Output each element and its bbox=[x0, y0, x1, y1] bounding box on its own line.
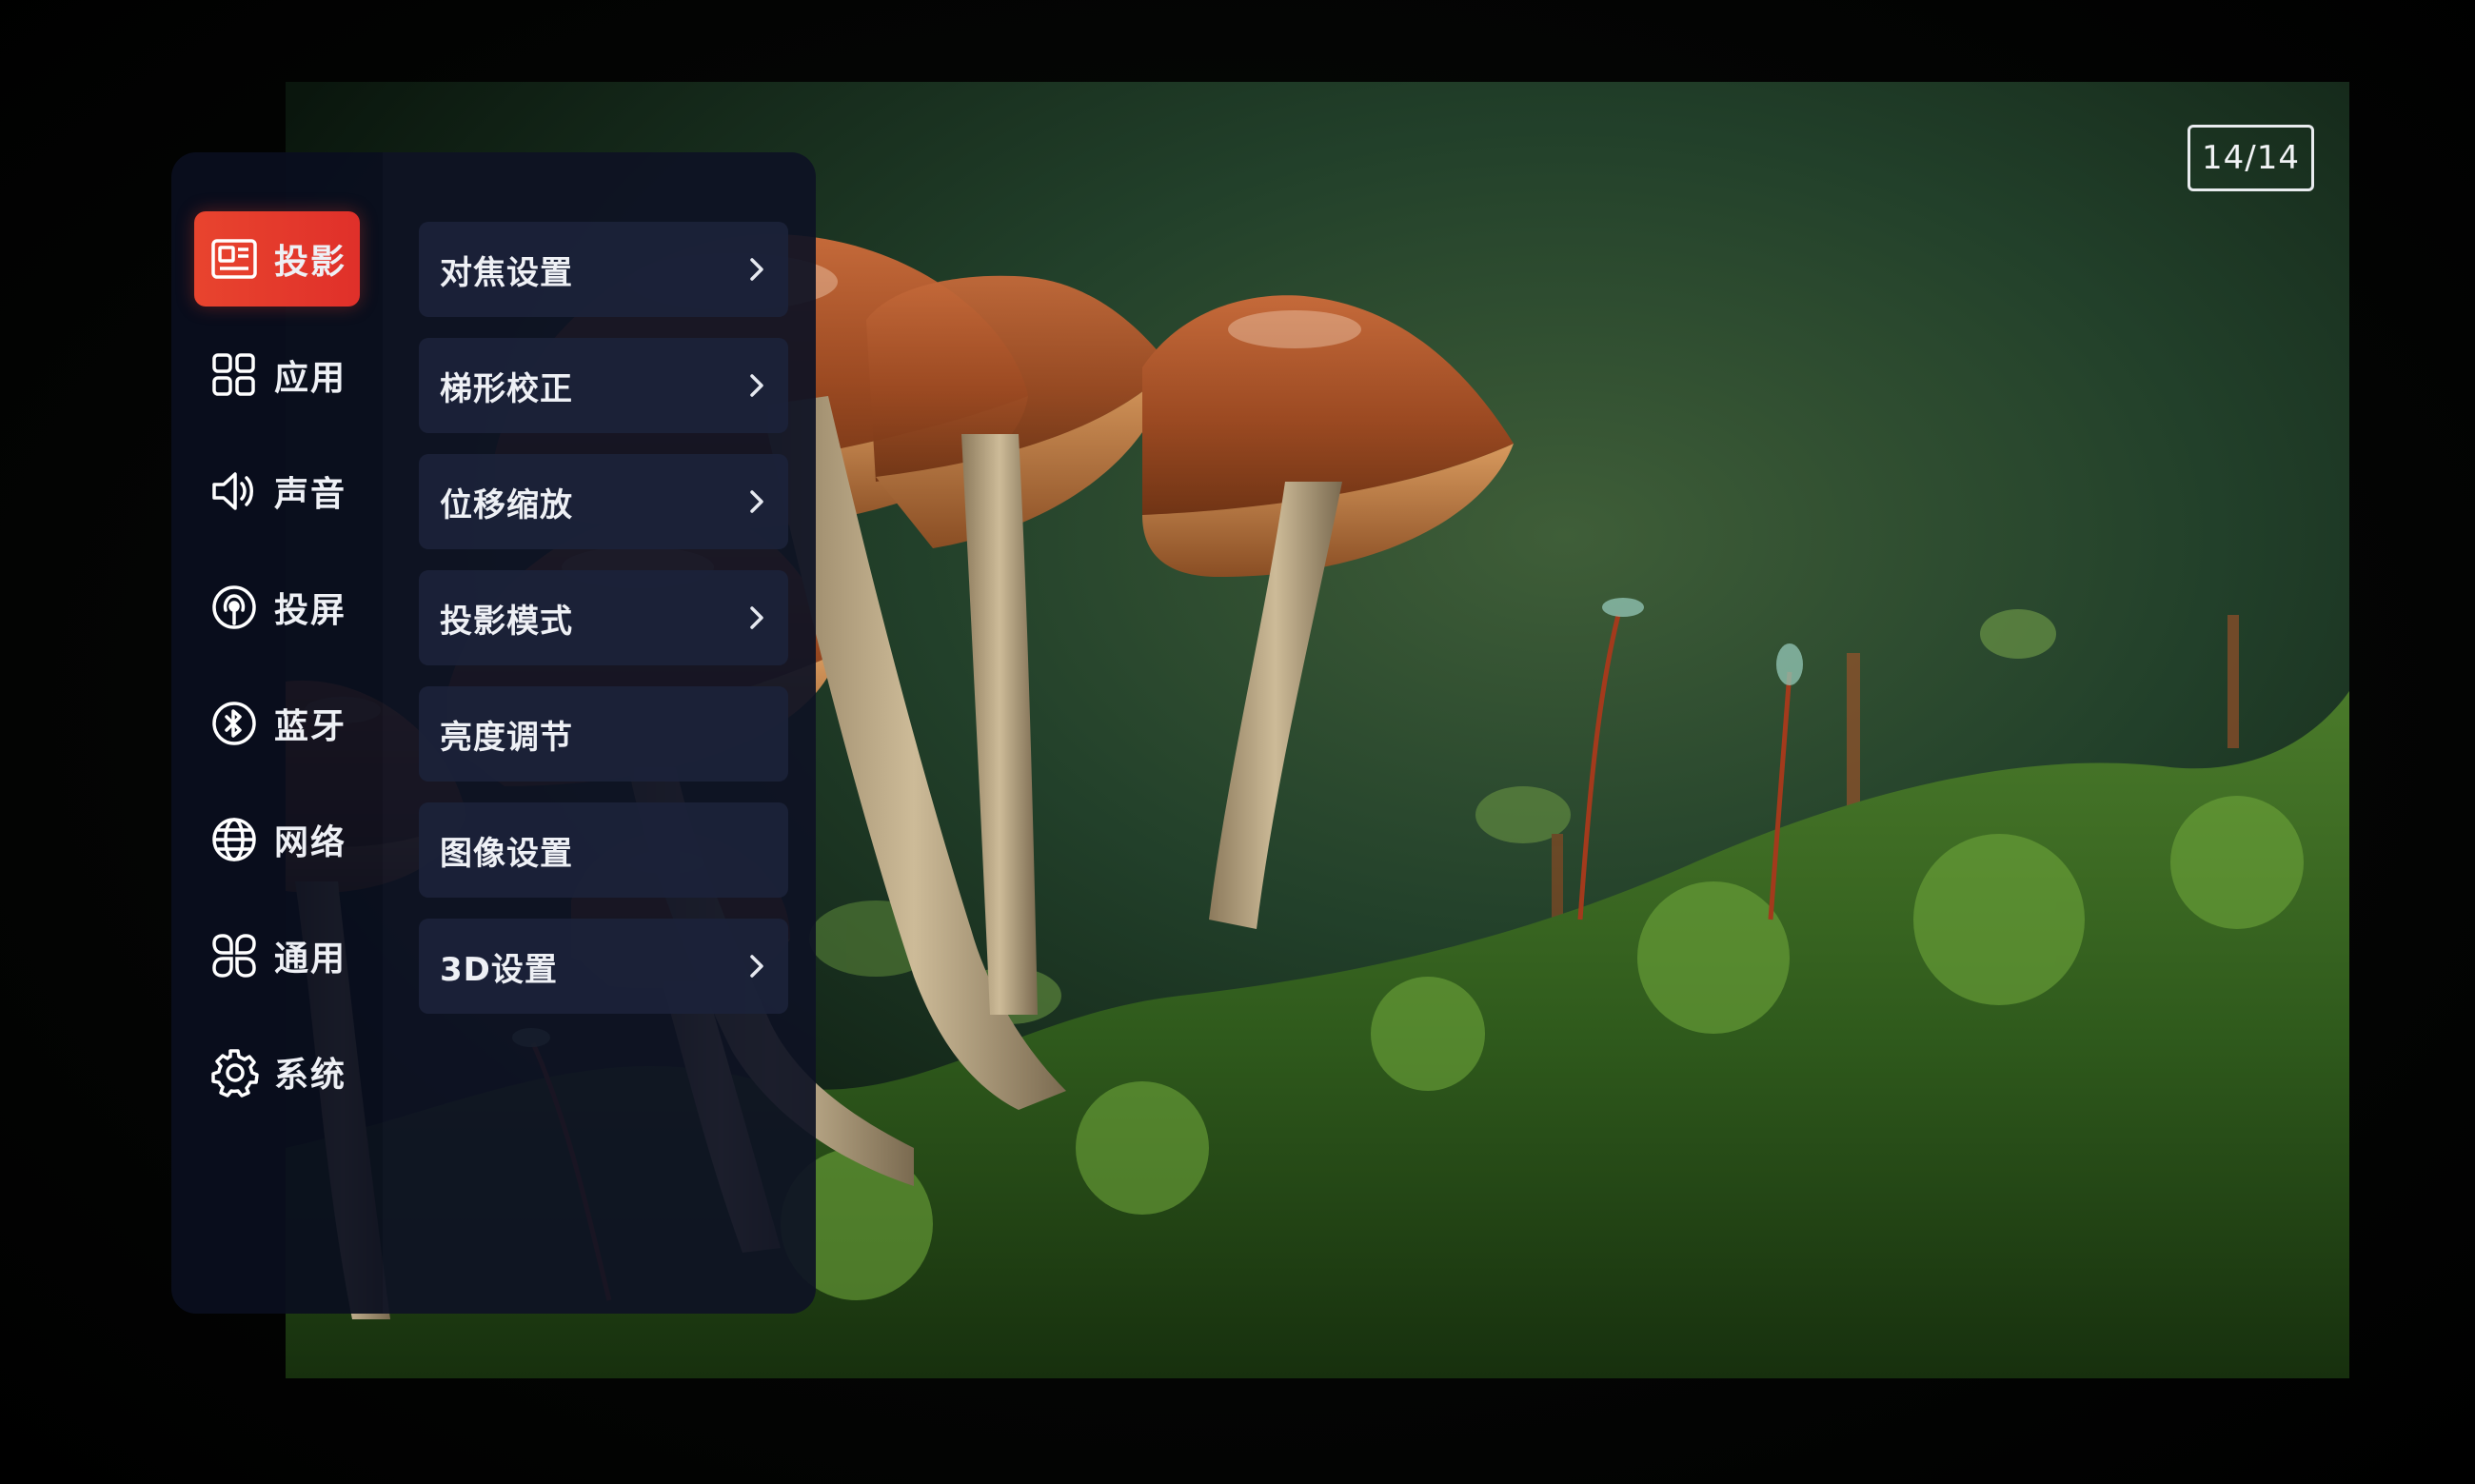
nav-item-apps[interactable]: 应用 bbox=[194, 327, 360, 423]
submenu-item-shift-zoom[interactable]: 位移缩放 bbox=[419, 454, 788, 549]
general-icon bbox=[208, 929, 261, 982]
projector-screen: 14/14 投影 应用 声音 投屏 蓝牙 网络 通用 系统 对焦设置 梯形校正 … bbox=[0, 0, 2475, 1484]
projection-icon bbox=[208, 232, 261, 286]
submenu-item-label: 亮度调节 bbox=[440, 718, 573, 757]
submenu-item-label: 梯形校正 bbox=[440, 369, 573, 408]
submenu-item-focus-settings[interactable]: 对焦设置 bbox=[419, 222, 788, 317]
submenu-item-3d-settings[interactable]: 3D设置 bbox=[419, 919, 788, 1014]
nav-item-label: 系统 bbox=[274, 1056, 347, 1095]
submenu-item-label: 投影模式 bbox=[440, 602, 573, 641]
speaker-icon bbox=[208, 465, 261, 518]
page-counter: 14/14 bbox=[2188, 125, 2314, 191]
submenu-item-label: 图像设置 bbox=[440, 834, 573, 873]
chevron-right-icon bbox=[742, 366, 771, 405]
nav-item-network[interactable]: 网络 bbox=[194, 792, 360, 887]
chevron-right-icon bbox=[742, 483, 771, 521]
submenu-item-label: 3D设置 bbox=[440, 950, 558, 989]
nav-item-label: 投影 bbox=[274, 243, 347, 282]
submenu-item-label: 位移缩放 bbox=[440, 485, 573, 524]
submenu-item-image-settings[interactable]: 图像设置 bbox=[419, 802, 788, 898]
chevron-right-icon bbox=[742, 599, 771, 637]
apps-icon bbox=[208, 348, 261, 402]
globe-icon bbox=[208, 813, 261, 866]
nav-item-label: 通用 bbox=[274, 940, 347, 979]
chevron-right-icon bbox=[742, 250, 771, 288]
settings-nav-panel: 投影 应用 声音 投屏 蓝牙 网络 通用 系统 bbox=[171, 152, 383, 1314]
screen-cast-icon bbox=[208, 581, 261, 634]
nav-item-sound[interactable]: 声音 bbox=[194, 444, 360, 539]
submenu-item-brightness[interactable]: 亮度调节 bbox=[419, 686, 788, 782]
nav-item-system[interactable]: 系统 bbox=[194, 1024, 360, 1119]
nav-item-label: 网络 bbox=[274, 823, 347, 862]
nav-item-label: 投屏 bbox=[274, 591, 347, 630]
submenu-item-label: 对焦设置 bbox=[440, 253, 573, 292]
nav-item-label: 应用 bbox=[274, 359, 347, 398]
gear-icon bbox=[208, 1045, 261, 1098]
nav-item-bluetooth[interactable]: 蓝牙 bbox=[194, 676, 360, 771]
bluetooth-icon bbox=[208, 697, 261, 750]
submenu-item-keystone-correction[interactable]: 梯形校正 bbox=[419, 338, 788, 433]
chevron-right-icon bbox=[742, 947, 771, 985]
submenu-item-projection-mode[interactable]: 投影模式 bbox=[419, 570, 788, 665]
projection-submenu-panel: 对焦设置 梯形校正 位移缩放 投影模式 亮度调节 图像设置 3D设置 bbox=[383, 152, 816, 1314]
nav-item-label: 蓝牙 bbox=[274, 707, 347, 746]
nav-item-label: 声音 bbox=[274, 475, 347, 514]
nav-item-projection[interactable]: 投影 bbox=[194, 211, 360, 307]
nav-item-general[interactable]: 通用 bbox=[194, 908, 360, 1003]
nav-item-screen-cast[interactable]: 投屏 bbox=[194, 560, 360, 655]
